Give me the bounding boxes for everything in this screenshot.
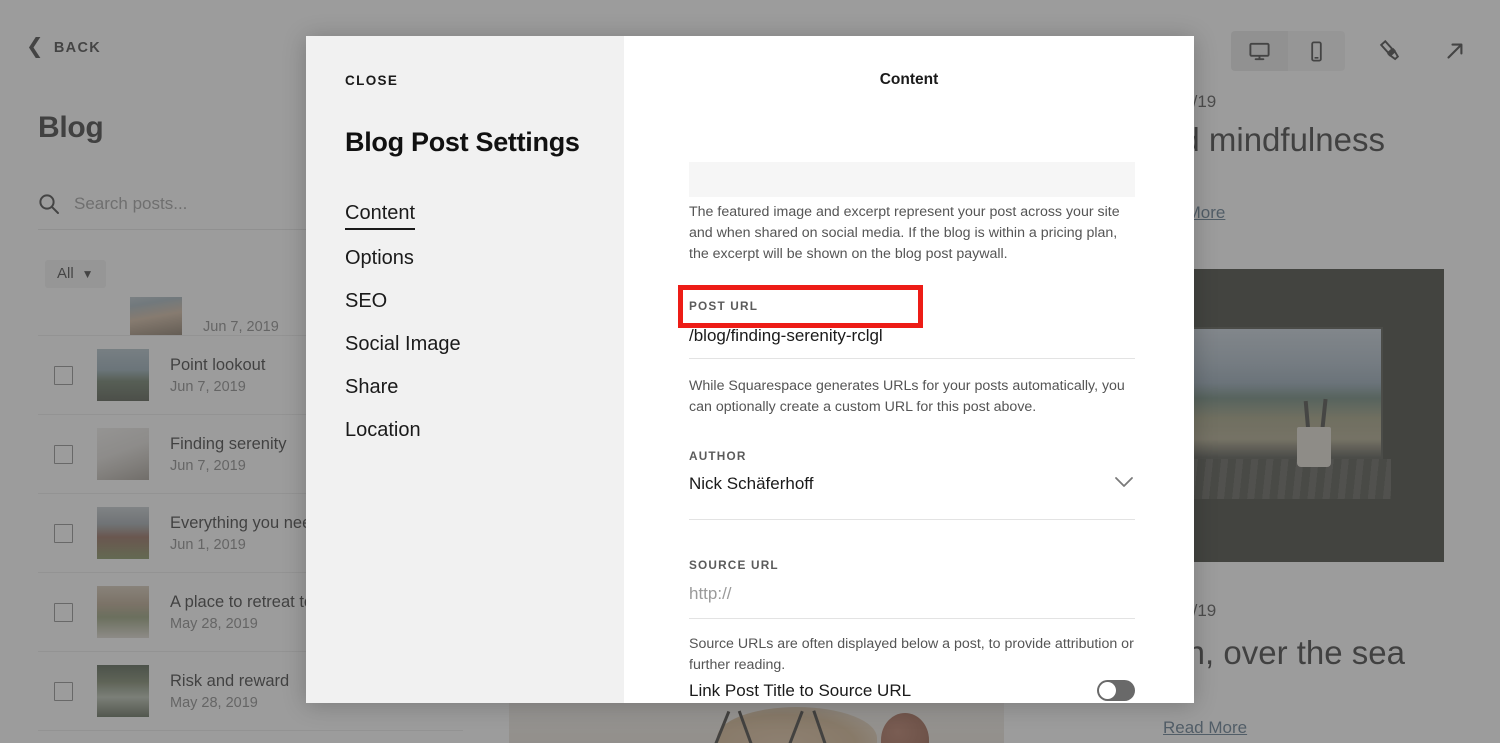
post-url-input[interactable]: /blog/finding-serenity-rclgl — [689, 326, 1135, 359]
nav-item-share-wrap: Share — [345, 376, 575, 419]
nav-item-options-wrap: Options — [345, 247, 575, 290]
tab-content[interactable]: Content — [345, 202, 416, 230]
source-url-input[interactable]: http:// — [689, 584, 1135, 619]
modal-scroll-area[interactable]: The featured image and excerpt represent… — [624, 98, 1194, 703]
modal-body-title: Content — [879, 71, 939, 88]
author-select[interactable]: Nick Schäferhoff — [689, 474, 1135, 520]
nav-item-content-wrap: Content — [345, 202, 575, 247]
excerpt-field[interactable] — [689, 162, 1135, 197]
modal-sidebar: CLOSE Blog Post Settings Content Options… — [306, 36, 624, 703]
nav-item-location-wrap: Location — [345, 419, 575, 462]
tab-seo[interactable]: SEO — [345, 290, 387, 316]
toggle-knob — [1099, 682, 1116, 699]
link-post-title-label: Link Post Title to Source URL — [689, 681, 912, 700]
tab-social-image[interactable]: Social Image — [345, 333, 461, 359]
author-label: AUTHOR — [689, 449, 747, 463]
modal-nav: Content Options SEO Social Image Share L… — [345, 202, 575, 462]
post-url-help-text: While Squarespace generates URLs for you… — [689, 378, 1125, 415]
link-post-title-row: Link Post Title to Source URL — [689, 680, 1135, 703]
chevron-down-icon — [1113, 475, 1135, 494]
tab-share[interactable]: Share — [345, 376, 398, 402]
tab-options[interactable]: Options — [345, 247, 414, 273]
modal-heading: Blog Post Settings — [345, 127, 580, 157]
blog-post-settings-modal: CLOSE Blog Post Settings Content Options… — [306, 36, 1194, 703]
author-value: Nick Schäferhoff — [689, 474, 814, 493]
nav-item-social-image-wrap: Social Image — [345, 333, 575, 376]
source-url-label: SOURCE URL — [689, 558, 779, 572]
link-post-title-toggle[interactable] — [1097, 680, 1135, 701]
close-button[interactable]: CLOSE — [345, 73, 398, 88]
excerpt-help-text: The featured image and excerpt represent… — [689, 204, 1120, 262]
source-url-help-text: Source URLs are often displayed below a … — [689, 636, 1134, 673]
modal-body: Content The featured image and excerpt r… — [624, 36, 1194, 703]
tab-location[interactable]: Location — [345, 419, 421, 445]
nav-item-seo-wrap: SEO — [345, 290, 575, 333]
annotation-highlight-box — [678, 285, 923, 328]
